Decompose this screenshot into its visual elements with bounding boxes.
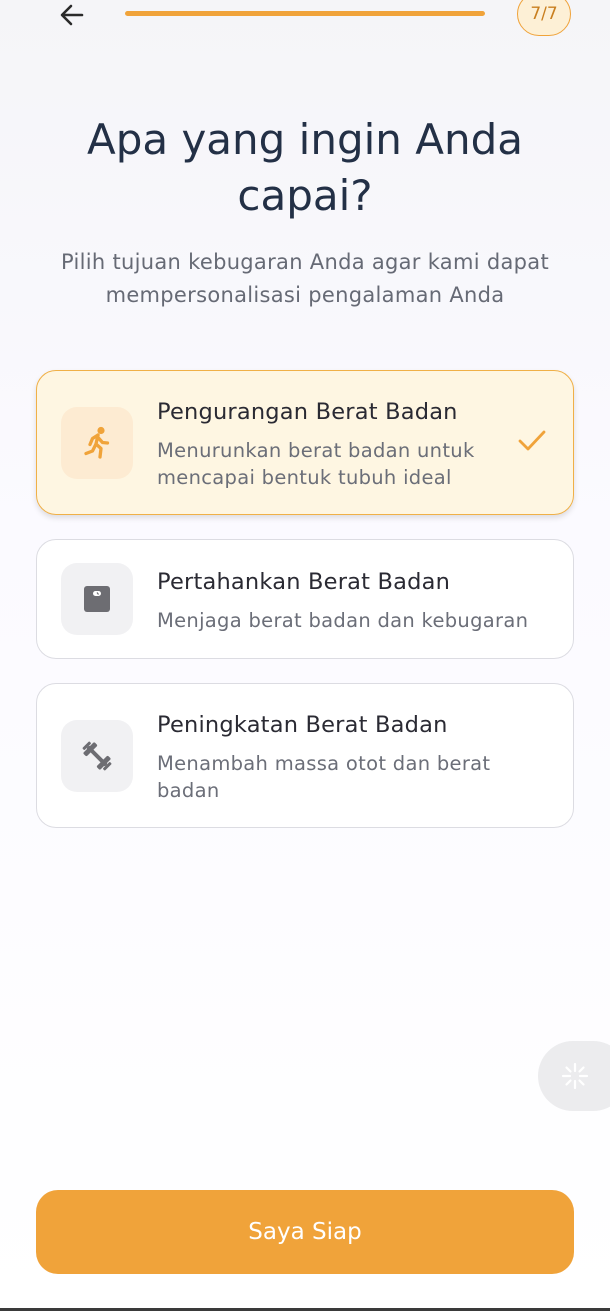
goal-title: Peningkatan Berat Badan xyxy=(157,712,448,738)
goal-description: Menurunkan berat badan untuk mencapai be… xyxy=(157,439,475,489)
goal-title: Pengurangan Berat Badan xyxy=(157,399,458,425)
top-bar: 7/7 xyxy=(0,0,610,40)
progress-bar xyxy=(125,11,485,16)
goal-icon-container xyxy=(61,563,133,635)
goal-description: Menambah massa otot dan berat badan xyxy=(157,752,491,802)
goal-option-weight-gain[interactable]: Peningkatan Berat Badan Menambah massa o… xyxy=(36,683,574,828)
arrow-left-icon xyxy=(60,4,84,26)
page-title: Apa yang ingin Anda capai? xyxy=(86,115,524,220)
step-counter-badge: 7/7 xyxy=(517,0,571,36)
goal-option-maintain-weight[interactable]: Pertahankan Berat Badan Menjaga berat ba… xyxy=(36,539,574,659)
sparkle-icon xyxy=(561,1062,589,1090)
progress-bar-fill xyxy=(125,11,485,16)
running-person-icon xyxy=(84,426,110,459)
goal-option-weight-loss[interactable]: Pengurangan Berat Badan Menurunkan berat… xyxy=(36,370,574,515)
floating-assistant-button[interactable] xyxy=(538,1041,610,1111)
ready-button[interactable]: Saya Siap xyxy=(36,1190,574,1274)
goal-title: Pertahankan Berat Badan xyxy=(157,569,451,595)
dumbbell-icon xyxy=(82,741,112,771)
goal-icon-container xyxy=(61,720,133,792)
check-icon xyxy=(518,430,546,451)
goal-description: Menjaga berat badan dan kebugaran xyxy=(157,609,529,632)
goal-icon-container xyxy=(61,407,133,479)
page-subtitle: Pilih tujuan kebugaran Anda agar kami da… xyxy=(61,250,549,307)
scale-icon xyxy=(84,586,110,612)
back-button[interactable] xyxy=(54,0,90,30)
